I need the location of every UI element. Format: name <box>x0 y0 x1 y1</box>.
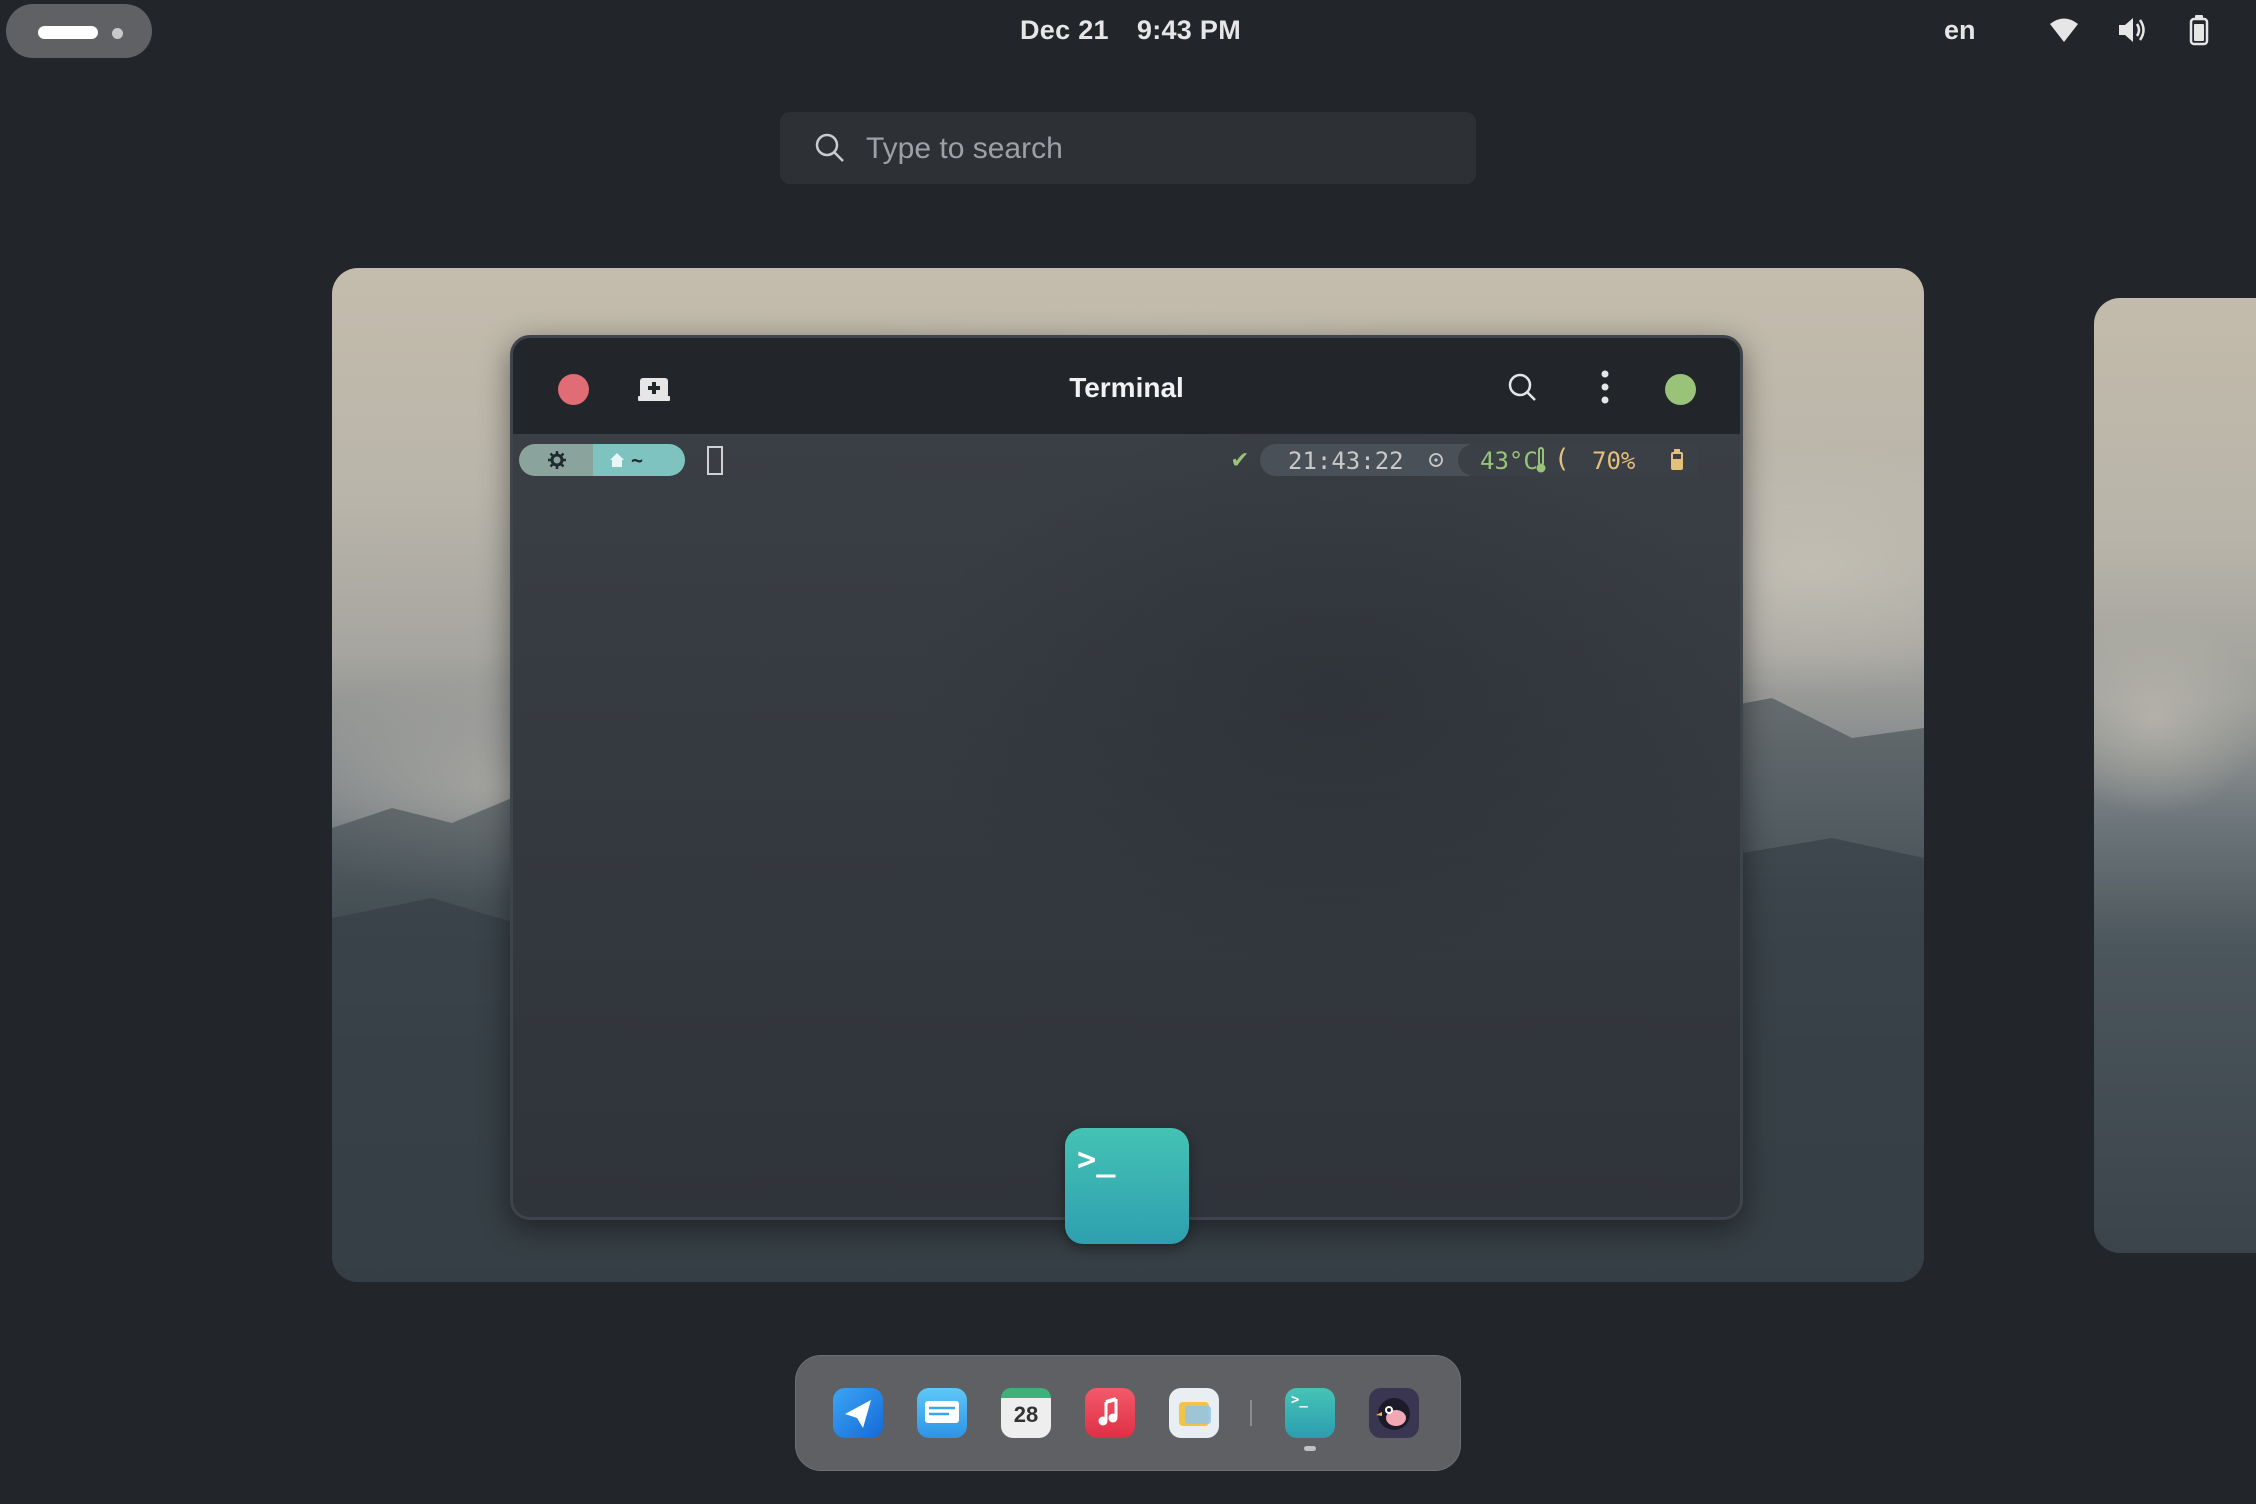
screenshot-app-icon[interactable] <box>1369 1388 1419 1438</box>
workspace-indicator <box>112 28 123 39</box>
date-label: Dec 21 <box>1020 15 1109 45</box>
terminal-headerbar[interactable]: Terminal <box>513 338 1740 434</box>
clock-icon <box>1429 453 1443 467</box>
dock-separator <box>1250 1400 1252 1426</box>
status-ok-icon: ✔ <box>1232 444 1248 474</box>
terminal-prompt-glyph: >_ <box>1077 1140 1116 1178</box>
battery-percent: 70% <box>1592 447 1636 475</box>
top-bar: Dec 21 9:43 PM en <box>0 0 2256 62</box>
prompt-time-segment: 21:43:22 <box>1260 444 1470 476</box>
search-box[interactable] <box>780 112 1476 184</box>
mail-app-icon[interactable] <box>917 1388 967 1438</box>
activities-button[interactable] <box>6 4 152 58</box>
menu-kebab-icon[interactable] <box>1600 370 1610 404</box>
terminal-glyph: >_ <box>1291 1392 1308 1408</box>
text-cursor <box>707 446 723 475</box>
calendar-app-icon[interactable]: 28 <box>1001 1388 1051 1438</box>
gear-icon <box>548 451 566 469</box>
running-indicator <box>1304 1446 1316 1451</box>
search-icon[interactable] <box>1507 372 1539 404</box>
paper-plane-icon <box>845 1400 871 1428</box>
search-icon <box>815 133 844 162</box>
wifi-icon[interactable] <box>2048 14 2080 46</box>
prompt-time: 21:43:22 <box>1288 447 1404 475</box>
bird-icon <box>1376 1398 1410 1430</box>
prompt-os-segment <box>519 444 597 476</box>
music-app-icon[interactable] <box>1085 1388 1135 1438</box>
time-label: 9:43 PM <box>1136 15 1242 45</box>
calendar-day: 28 <box>1013 1402 1039 1427</box>
thermometer-icon <box>1536 447 1546 473</box>
volume-icon[interactable] <box>2116 14 2150 46</box>
terminal-window[interactable]: Terminal ~ ✔ 21:43:22 43°C (70% <box>510 335 1743 1220</box>
search-input[interactable] <box>864 124 1448 174</box>
current-directory: ~ <box>631 448 644 472</box>
terminal-app-icon[interactable]: >_ <box>1065 1128 1189 1244</box>
music-note-icon <box>1098 1397 1118 1426</box>
home-icon <box>610 453 624 467</box>
night-mode-icon: ( <box>1554 444 1570 474</box>
prompt-directory-segment: ~ <box>593 444 685 476</box>
paper-plane-app-icon[interactable] <box>833 1388 883 1438</box>
folder-icon <box>1179 1402 1211 1426</box>
terminal-dock-icon[interactable]: >_ <box>1285 1388 1335 1438</box>
files-app-icon[interactable] <box>1169 1388 1219 1438</box>
window-title: Terminal <box>1069 372 1184 403</box>
clock[interactable]: Dec 21 9:43 PM <box>1020 15 1241 46</box>
workspace-thumbnail-next[interactable] <box>2094 298 2256 1253</box>
dock: 28 >_ <box>795 1355 1461 1471</box>
battery-icon <box>1671 449 1683 470</box>
mail-icon <box>925 1401 959 1423</box>
prompt-sensors-segment: 43°C ( 70% <box>1458 444 1698 476</box>
calendar-header <box>1001 1388 1051 1398</box>
cpu-temperature: 43°C <box>1480 447 1538 475</box>
workspace-active-indicator <box>38 26 98 39</box>
battery-icon[interactable] <box>2188 14 2210 46</box>
terminal-output[interactable]: ~ ✔ 21:43:22 43°C ( 70% <box>513 434 1740 1217</box>
keyboard-layout-indicator[interactable]: en <box>1944 15 1976 46</box>
maximize-button[interactable] <box>1665 374 1696 405</box>
